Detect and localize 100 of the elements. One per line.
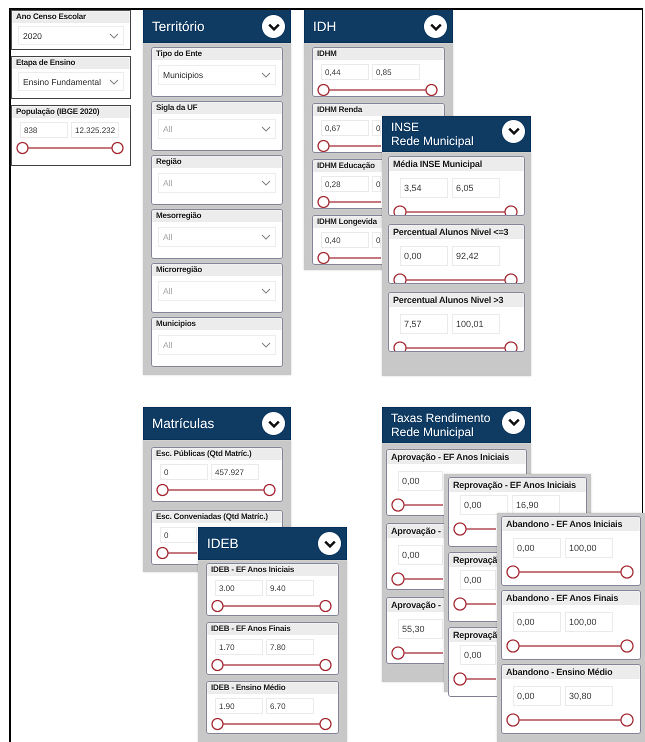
slider-thumb[interactable] — [317, 140, 330, 152]
slider-thumb[interactable] — [620, 565, 634, 579]
chevron-icon — [109, 78, 119, 84]
slider-thumb[interactable] — [156, 484, 169, 496]
slicer-title: População (IBGE 2020) — [12, 106, 130, 118]
value-field[interactable]: 3.00 — [215, 580, 263, 596]
slicer-title: IDHM Renda — [313, 104, 444, 116]
value-field[interactable]: 6.70 — [266, 698, 314, 714]
value-field[interactable]: 0,00 — [513, 686, 561, 706]
slider-thumb[interactable] — [453, 522, 467, 536]
slider-thumb[interactable] — [425, 84, 438, 96]
value-field[interactable]: 1.70 — [215, 639, 263, 655]
chevron-icon — [268, 22, 280, 30]
slider-thumb[interactable] — [506, 713, 520, 727]
slicer-title: Abandono - Ensino Médio — [502, 665, 640, 679]
collapse-button[interactable] — [262, 15, 285, 38]
collapse-button[interactable] — [502, 410, 525, 434]
chevron-icon — [261, 342, 271, 348]
slider-thumb[interactable] — [504, 273, 518, 283]
slider-thumb[interactable] — [391, 646, 405, 660]
value-field[interactable]: 838 — [20, 122, 68, 138]
value-field[interactable]: 0 — [372, 176, 381, 192]
slicer-title: Esc. Conveniadas (Qtd Matríc.) — [152, 511, 282, 523]
slider-thumb[interactable] — [319, 600, 332, 612]
value-field[interactable]: 100,01 — [452, 314, 500, 334]
collapse-button[interactable] — [318, 532, 341, 555]
value-field[interactable]: 0 — [372, 120, 381, 136]
slider-thumb[interactable] — [391, 572, 405, 586]
value-field[interactable]: 100,00 — [565, 538, 613, 558]
slider-thumb[interactable] — [211, 718, 224, 730]
value-field[interactable]: 0,00 — [398, 545, 443, 565]
slicer-title: Aprovação - EF Anos Iniciais — [387, 450, 526, 464]
value-field[interactable]: 1.90 — [215, 698, 263, 714]
chevron-icon — [261, 180, 271, 186]
slider-thumb[interactable] — [211, 658, 224, 672]
chevron-icon — [109, 32, 119, 38]
slider-thumb[interactable] — [317, 252, 330, 264]
value-field[interactable]: 0,00 — [460, 570, 496, 590]
value-field[interactable]: 0,44 — [321, 64, 369, 80]
collapse-button[interactable] — [424, 15, 447, 38]
panel-subtitle: Rede Municipal — [391, 134, 474, 148]
chevron-icon — [261, 126, 271, 132]
slider-thumb[interactable] — [391, 498, 405, 512]
slider-thumb[interactable] — [453, 597, 467, 611]
slider-thumb[interactable] — [506, 565, 520, 579]
value-field[interactable]: 0,28 — [321, 176, 369, 192]
value-field[interactable]: 0,00 — [513, 538, 561, 558]
slider-thumb[interactable] — [453, 672, 467, 686]
slicer-title: Percentual Alunos Nivel <=3 — [389, 225, 524, 239]
value-field[interactable]: 0 — [372, 232, 381, 248]
collapse-button[interactable] — [502, 120, 525, 142]
value-field[interactable]: 0 — [160, 464, 208, 480]
slider-thumb[interactable] — [211, 600, 224, 612]
dropdown-field[interactable]: 2020 — [18, 26, 124, 45]
slider-thumb[interactable] — [620, 713, 634, 727]
slider-thumb[interactable] — [393, 273, 407, 283]
slider-thumb[interactable] — [504, 341, 518, 351]
slider-thumb[interactable] — [620, 639, 634, 653]
value-field[interactable]: 12.325.232 — [71, 122, 119, 138]
slider-thumb[interactable] — [263, 484, 276, 496]
slicer-title: Média INSE Municipal — [389, 157, 524, 171]
value-field[interactable]: 92,42 — [452, 246, 500, 266]
value-field[interactable]: 0,67 — [321, 120, 369, 136]
value-field[interactable]: 6,05 — [452, 178, 500, 198]
chevron-icon — [508, 127, 520, 135]
slicer-title: IDHM — [313, 48, 444, 60]
slicer-title: Percentual Alunos Nivel >3 — [389, 293, 524, 307]
slider-thumb[interactable] — [111, 142, 124, 154]
value-field[interactable]: 0,00 — [400, 246, 448, 266]
value-field[interactable]: 7,57 — [400, 314, 448, 334]
value-field[interactable]: 0,00 — [398, 471, 443, 491]
value-field[interactable]: 0,85 — [372, 64, 420, 80]
value-field[interactable]: 9.40 — [266, 580, 314, 596]
slider-thumb[interactable] — [317, 196, 330, 208]
dropdown-field[interactable]: Municipios — [158, 65, 276, 85]
value-field[interactable]: 0,00 — [460, 645, 496, 665]
slider-thumb[interactable] — [156, 546, 169, 560]
value-field[interactable]: 100,00 — [565, 612, 613, 632]
slider-thumb[interactable] — [393, 205, 407, 215]
collapse-button[interactable] — [262, 412, 285, 435]
value-field[interactable]: 0 — [160, 527, 197, 543]
slider-thumb[interactable] — [393, 341, 407, 351]
slicer-title: Etapa de Ensino — [12, 57, 130, 69]
slider-thumb[interactable] — [504, 205, 518, 215]
value-field[interactable]: 30,80 — [565, 686, 613, 706]
chevron-icon — [268, 420, 280, 428]
value-field[interactable]: 0,40 — [321, 232, 369, 248]
value-field[interactable]: 55,30 — [398, 619, 443, 639]
value-field[interactable]: 457.927 — [211, 464, 259, 480]
slider-thumb[interactable] — [319, 718, 332, 730]
slider-thumb[interactable] — [16, 142, 29, 154]
slider-thumb[interactable] — [506, 639, 520, 653]
value-field[interactable]: 3,54 — [400, 178, 448, 198]
value-field[interactable]: 0,00 — [513, 612, 561, 632]
value-field[interactable]: 7.80 — [266, 639, 314, 655]
slider-thumb[interactable] — [319, 658, 332, 672]
slider-thumb[interactable] — [317, 84, 330, 96]
dropdown-field[interactable]: Ensino Fundamental — [18, 72, 124, 91]
slicer-title: IDEB - EF Anos Finais — [207, 623, 338, 635]
chevron-icon — [261, 234, 271, 240]
